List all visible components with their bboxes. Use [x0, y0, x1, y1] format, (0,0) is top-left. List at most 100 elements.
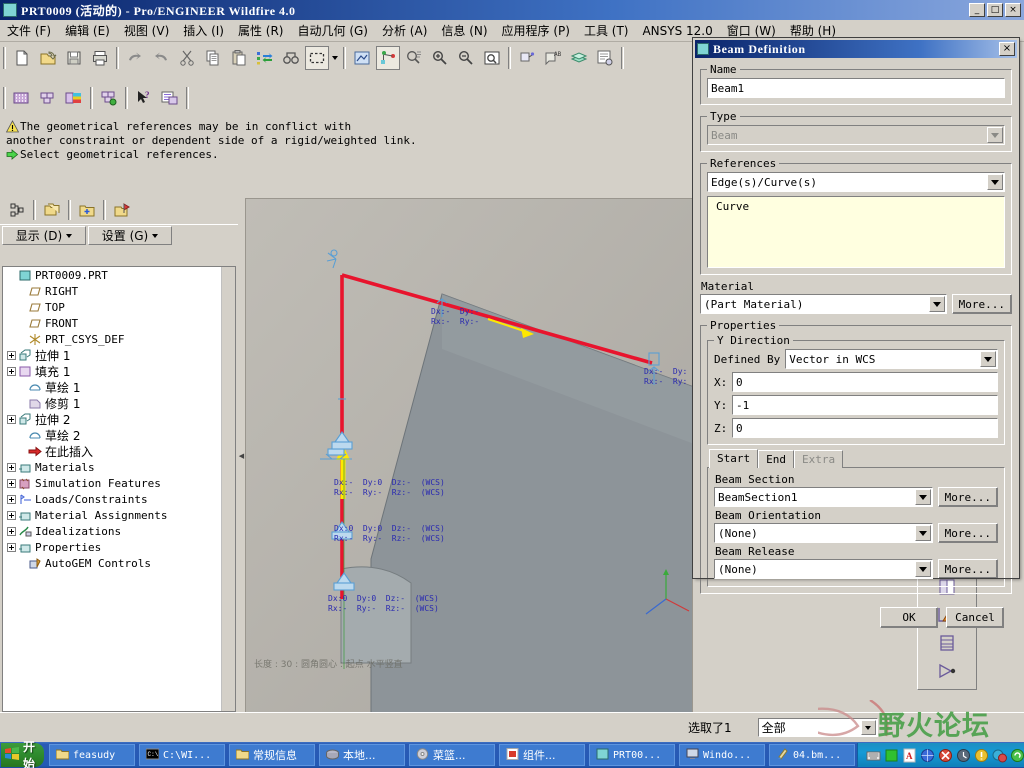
settings-button[interactable]: 设置 (G)	[88, 226, 172, 245]
expander[interactable]	[7, 366, 16, 376]
tree-item-loads-constraints[interactable]: Loads/Constraints	[3, 491, 235, 507]
select-box-icon[interactable]	[305, 46, 329, 70]
menu-view[interactable]: 视图 (V)	[117, 20, 176, 41]
results-icon[interactable]	[62, 86, 86, 110]
material-more-button[interactable]: More...	[951, 294, 1012, 314]
mesh-icon[interactable]	[10, 86, 34, 110]
tree-item-extrude-2[interactable]: 拉伸 2	[3, 411, 235, 427]
expander[interactable]	[7, 478, 16, 488]
tree-item-top[interactable]: TOP	[3, 299, 235, 315]
reference-list-item[interactable]: Curve	[716, 200, 1004, 213]
clock-sync-icon[interactable]	[956, 748, 971, 763]
beam-section-combo[interactable]: BeamSection1	[714, 487, 933, 507]
chevron-down-icon[interactable]	[914, 561, 931, 577]
expander[interactable]	[7, 526, 16, 536]
beam-release-combo[interactable]: (None)	[714, 559, 933, 579]
tree-item-sketch-1[interactable]: 草绘 1	[3, 379, 235, 395]
layers-icon[interactable]	[567, 46, 591, 70]
tree-item-simulation-features[interactable]: Simulation Features	[3, 475, 235, 491]
defined-by-combo[interactable]: Vector in WCS	[785, 349, 998, 369]
taskbar-item-local[interactable]: 本地...	[319, 744, 406, 766]
dialog-close-button[interactable]: ×	[999, 42, 1015, 56]
chevron-down-icon[interactable]	[928, 296, 945, 312]
beam-orientation-combo[interactable]: (None)	[714, 523, 933, 543]
menu-file[interactable]: 文件 (F)	[0, 20, 58, 41]
tree-item-csys[interactable]: PRT_CSYS_DEF	[3, 331, 235, 347]
tree-item-extrude-1[interactable]: 拉伸 1	[3, 347, 235, 363]
antivirus-icon[interactable]	[938, 748, 953, 763]
tree-item-idealizations[interactable]: Idealizations	[3, 523, 235, 539]
select-dropdown-arrow-icon[interactable]	[330, 46, 340, 70]
taskbar-item-prt0009[interactable]: PRT00...	[589, 744, 676, 766]
copy-icon[interactable]	[201, 46, 225, 70]
spin-center-icon[interactable]	[376, 46, 400, 70]
menu-ansys[interactable]: ANSYS 12.0	[635, 22, 719, 40]
menu-properties[interactable]: 属性 (R)	[231, 20, 291, 41]
taskbar-item-console[interactable]: C:\ C:\WI...	[139, 744, 226, 766]
chevron-down-icon[interactable]	[980, 351, 996, 367]
ok-button[interactable]: OK	[880, 607, 938, 628]
tree-settings-icon[interactable]	[110, 198, 134, 222]
green-square-icon[interactable]	[884, 748, 899, 763]
material-combo[interactable]: (Part Material)	[700, 294, 947, 314]
find-icon[interactable]	[279, 46, 303, 70]
close-button[interactable]: ×	[1005, 3, 1021, 17]
zoom-in-icon[interactable]	[428, 46, 452, 70]
spring-icon[interactable]	[934, 630, 960, 656]
tab-start[interactable]: Start	[709, 449, 759, 468]
messenger-icon[interactable]	[992, 748, 1008, 763]
references-listbox[interactable]: Curve	[707, 196, 1005, 268]
zoom-out-icon[interactable]	[454, 46, 478, 70]
beam-section-more-button[interactable]: More...	[937, 487, 998, 507]
cancel-button[interactable]: Cancel	[946, 607, 1004, 628]
panel-splitter[interactable]	[238, 196, 245, 716]
tree-scrollbar[interactable]	[221, 267, 235, 711]
tree-item-front[interactable]: FRONT	[3, 315, 235, 331]
saved-views-icon[interactable]	[402, 46, 426, 70]
tree-item-fill-1[interactable]: 填充 1	[3, 363, 235, 379]
expander[interactable]	[7, 462, 16, 472]
annotation-icon[interactable]: AB	[541, 46, 565, 70]
tree-item-material-assignments[interactable]: Material Assignments	[3, 507, 235, 523]
menu-info[interactable]: 信息 (N)	[434, 20, 494, 41]
start-button[interactable]: 开始	[1, 740, 45, 768]
paste-icon[interactable]	[227, 46, 251, 70]
references-type-combo[interactable]: Edge(s)/Curve(s)	[707, 172, 1005, 192]
tree-item-right[interactable]: RIGHT	[3, 283, 235, 299]
selection-filter-combo[interactable]: 全部	[757, 718, 878, 737]
save-icon[interactable]	[62, 46, 86, 70]
z-input[interactable]: 0	[732, 418, 998, 438]
tree-filter-icon[interactable]	[5, 198, 29, 222]
taskbar-item-bitmap[interactable]: 04.bm...	[769, 744, 856, 766]
maximize-button[interactable]: □	[987, 3, 1003, 17]
x-input[interactable]: 0	[732, 372, 998, 392]
taskbar-item-general-info[interactable]: 常规信息	[229, 744, 316, 766]
menu-tools[interactable]: 工具 (T)	[577, 20, 636, 41]
tree-item-sketch-2[interactable]: 草绘 2	[3, 427, 235, 443]
chevron-down-icon[interactable]	[860, 720, 876, 735]
tree-item-materials[interactable]: Materials	[3, 459, 235, 475]
model-tree[interactable]: PRT0009.PRT RIGHT TOP FRONT PRT_CSYS_DEF…	[2, 266, 236, 712]
menu-insert[interactable]: 插入 (I)	[176, 20, 231, 41]
view-manager-icon[interactable]	[593, 46, 617, 70]
update-icon[interactable]	[974, 748, 989, 763]
tree-item-autogem-controls[interactable]: AutoGEM Controls	[3, 555, 235, 571]
menu-edit[interactable]: 编辑 (E)	[58, 20, 117, 41]
menu-autogem[interactable]: 自动几何 (G)	[291, 20, 375, 41]
expander[interactable]	[7, 414, 16, 424]
net-icon[interactable]	[920, 748, 935, 763]
mesh-elements-icon[interactable]	[36, 86, 60, 110]
model-info-icon[interactable]	[158, 86, 182, 110]
tree-copy-icon[interactable]	[40, 198, 64, 222]
taskbar-item-windows[interactable]: Windo...	[679, 744, 766, 766]
tree-item-properties[interactable]: Properties	[3, 539, 235, 555]
graphics-viewport[interactable]: Dx:- Dy:0 Dz:- (WCS) Rx:- Ry:- Rz:- (WCS…	[245, 198, 693, 716]
chevron-down-icon[interactable]	[914, 525, 931, 541]
tree-new-icon[interactable]	[75, 198, 99, 222]
beam-release-more-button[interactable]: More...	[937, 559, 998, 579]
run-analysis-icon[interactable]	[97, 86, 121, 110]
print-icon[interactable]	[88, 46, 112, 70]
expander[interactable]	[7, 350, 16, 360]
open-folder-icon[interactable]	[36, 46, 60, 70]
repaint-icon[interactable]	[350, 46, 374, 70]
